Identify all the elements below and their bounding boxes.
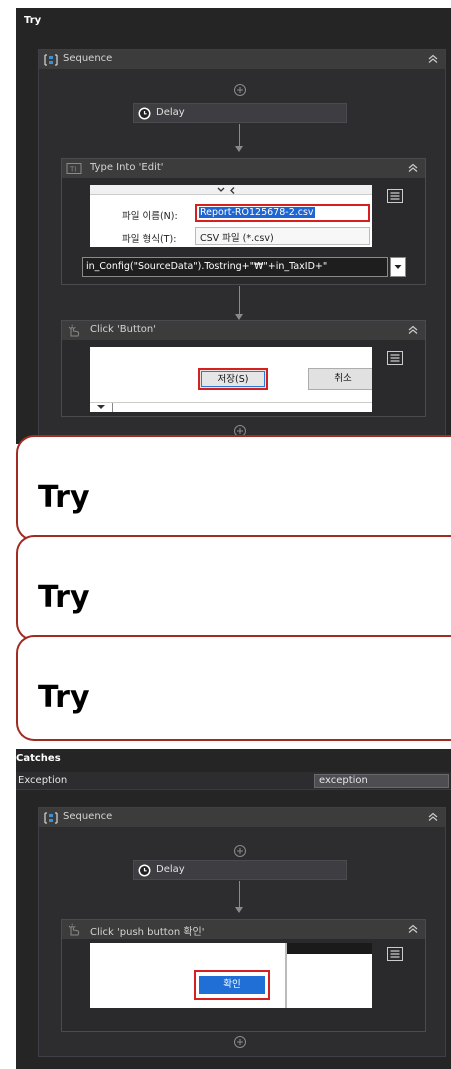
try-sequence: Sequence Delay TI Type Into 'Edit' 파일 이름… xyxy=(38,49,446,444)
click-button-screenshot: 저장(S) 취소 xyxy=(90,347,372,412)
exception-row[interactable]: Exception exception xyxy=(16,772,451,790)
try-card: Try xyxy=(16,435,451,541)
add-activity-icon[interactable] xyxy=(233,83,247,97)
filetype-select[interactable]: CSV 파일 (*.csv) xyxy=(195,227,370,245)
filename-field[interactable]: Report-RO125678-2.csv xyxy=(195,204,370,222)
try-card: Try xyxy=(16,535,451,641)
delay-activity[interactable]: Delay xyxy=(133,103,347,123)
filetype-label: 파일 형식(T): xyxy=(122,234,177,245)
chevron-down-icon xyxy=(97,405,105,409)
click-push-activity[interactable]: Click 'push button 확인' 확인 xyxy=(61,919,426,1032)
sequence-label: Sequence xyxy=(63,811,113,822)
add-activity-icon[interactable] xyxy=(233,844,247,858)
click-push-title: Click 'push button 확인' xyxy=(90,927,205,938)
connector-arrow xyxy=(235,146,243,152)
exception-label: Exception xyxy=(18,775,68,786)
catches-title: Catches xyxy=(16,753,61,764)
catch-sequence: Sequence Delay Click 'push button 확인' 확인 xyxy=(38,807,446,1057)
expression-dropdown[interactable] xyxy=(390,257,406,277)
connector-line xyxy=(239,286,240,314)
save-button[interactable]: 저장(S) xyxy=(201,371,265,387)
chevron-down-icon xyxy=(217,187,235,194)
sequence-icon xyxy=(44,812,58,824)
click-push-screenshot: 확인 xyxy=(90,943,372,1008)
type-into-screenshot: 파일 이름(N): Report-RO125678-2.csv 파일 형식(T)… xyxy=(90,185,372,247)
add-activity-icon[interactable] xyxy=(233,1035,247,1049)
cancel-button[interactable]: 취소 xyxy=(308,368,372,390)
ok-button[interactable]: 확인 xyxy=(199,976,265,994)
expression-input[interactable]: in_Config("SourceData").Tostring+"₩"+in_… xyxy=(82,257,388,277)
type-into-icon: TI xyxy=(66,163,82,174)
screenshot-dark-region xyxy=(287,943,372,954)
click-button-header[interactable]: Click 'Button' xyxy=(62,321,425,340)
menu-icon[interactable] xyxy=(387,947,403,961)
filename-value: Report-RO125678-2.csv xyxy=(199,207,315,218)
sequence-label: Sequence xyxy=(63,53,113,64)
type-into-activity[interactable]: TI Type Into 'Edit' 파일 이름(N): Report-RO1… xyxy=(61,158,426,285)
connector-line xyxy=(239,881,240,907)
sequence-icon xyxy=(44,54,58,66)
chevron-down-icon xyxy=(394,265,402,269)
ok-button-highlight[interactable]: 확인 xyxy=(194,970,270,1000)
click-button-title: Click 'Button' xyxy=(90,324,157,335)
menu-icon[interactable] xyxy=(387,351,403,365)
svg-text:TI: TI xyxy=(69,166,76,174)
collapse-icon[interactable] xyxy=(407,324,419,336)
filetype-value: CSV 파일 (*.csv) xyxy=(200,233,274,244)
sequence-header[interactable]: Sequence xyxy=(39,50,445,69)
collapse-icon[interactable] xyxy=(427,53,439,65)
click-button-activity[interactable]: Click 'Button' 저장(S) 취소 xyxy=(61,320,426,417)
filename-label: 파일 이름(N): xyxy=(122,211,178,222)
save-button-highlight[interactable]: 저장(S) xyxy=(198,368,268,390)
try-card: Try xyxy=(16,635,451,741)
collapse-icon[interactable] xyxy=(407,162,419,174)
try-panel: Try Sequence Delay TI Type Into 'Edit' 파… xyxy=(16,8,451,444)
click-push-header[interactable]: Click 'push button 확인' xyxy=(62,920,425,939)
exception-variable-field[interactable]: exception xyxy=(314,774,449,788)
screenshot-divider xyxy=(112,403,113,412)
clock-icon xyxy=(138,107,151,120)
clock-icon xyxy=(138,864,151,877)
collapse-icon[interactable] xyxy=(407,923,419,935)
expression-text: in_Config("SourceData").Tostring+"₩"+in_… xyxy=(86,261,328,272)
delay-label: Delay xyxy=(156,864,185,875)
connector-line xyxy=(239,124,240,146)
collapse-icon[interactable] xyxy=(427,811,439,823)
delay-label: Delay xyxy=(156,107,185,118)
connector-arrow xyxy=(235,907,243,913)
sequence-header[interactable]: Sequence xyxy=(39,808,445,827)
try-card-label: Try xyxy=(38,580,90,615)
type-into-title: Type Into 'Edit' xyxy=(90,162,164,173)
type-into-header[interactable]: TI Type Into 'Edit' xyxy=(62,159,425,178)
delay-activity[interactable]: Delay xyxy=(133,860,347,880)
try-card-label: Try xyxy=(38,680,90,715)
click-hand-icon xyxy=(68,923,80,936)
try-title: Try xyxy=(24,15,42,26)
menu-icon[interactable] xyxy=(387,189,403,203)
try-card-label: Try xyxy=(38,480,90,515)
screenshot-divider xyxy=(90,402,372,403)
click-hand-icon xyxy=(68,324,80,337)
catches-panel: Catches Exception exception Sequence Del… xyxy=(16,749,451,1069)
screenshot-divider xyxy=(285,943,287,1008)
